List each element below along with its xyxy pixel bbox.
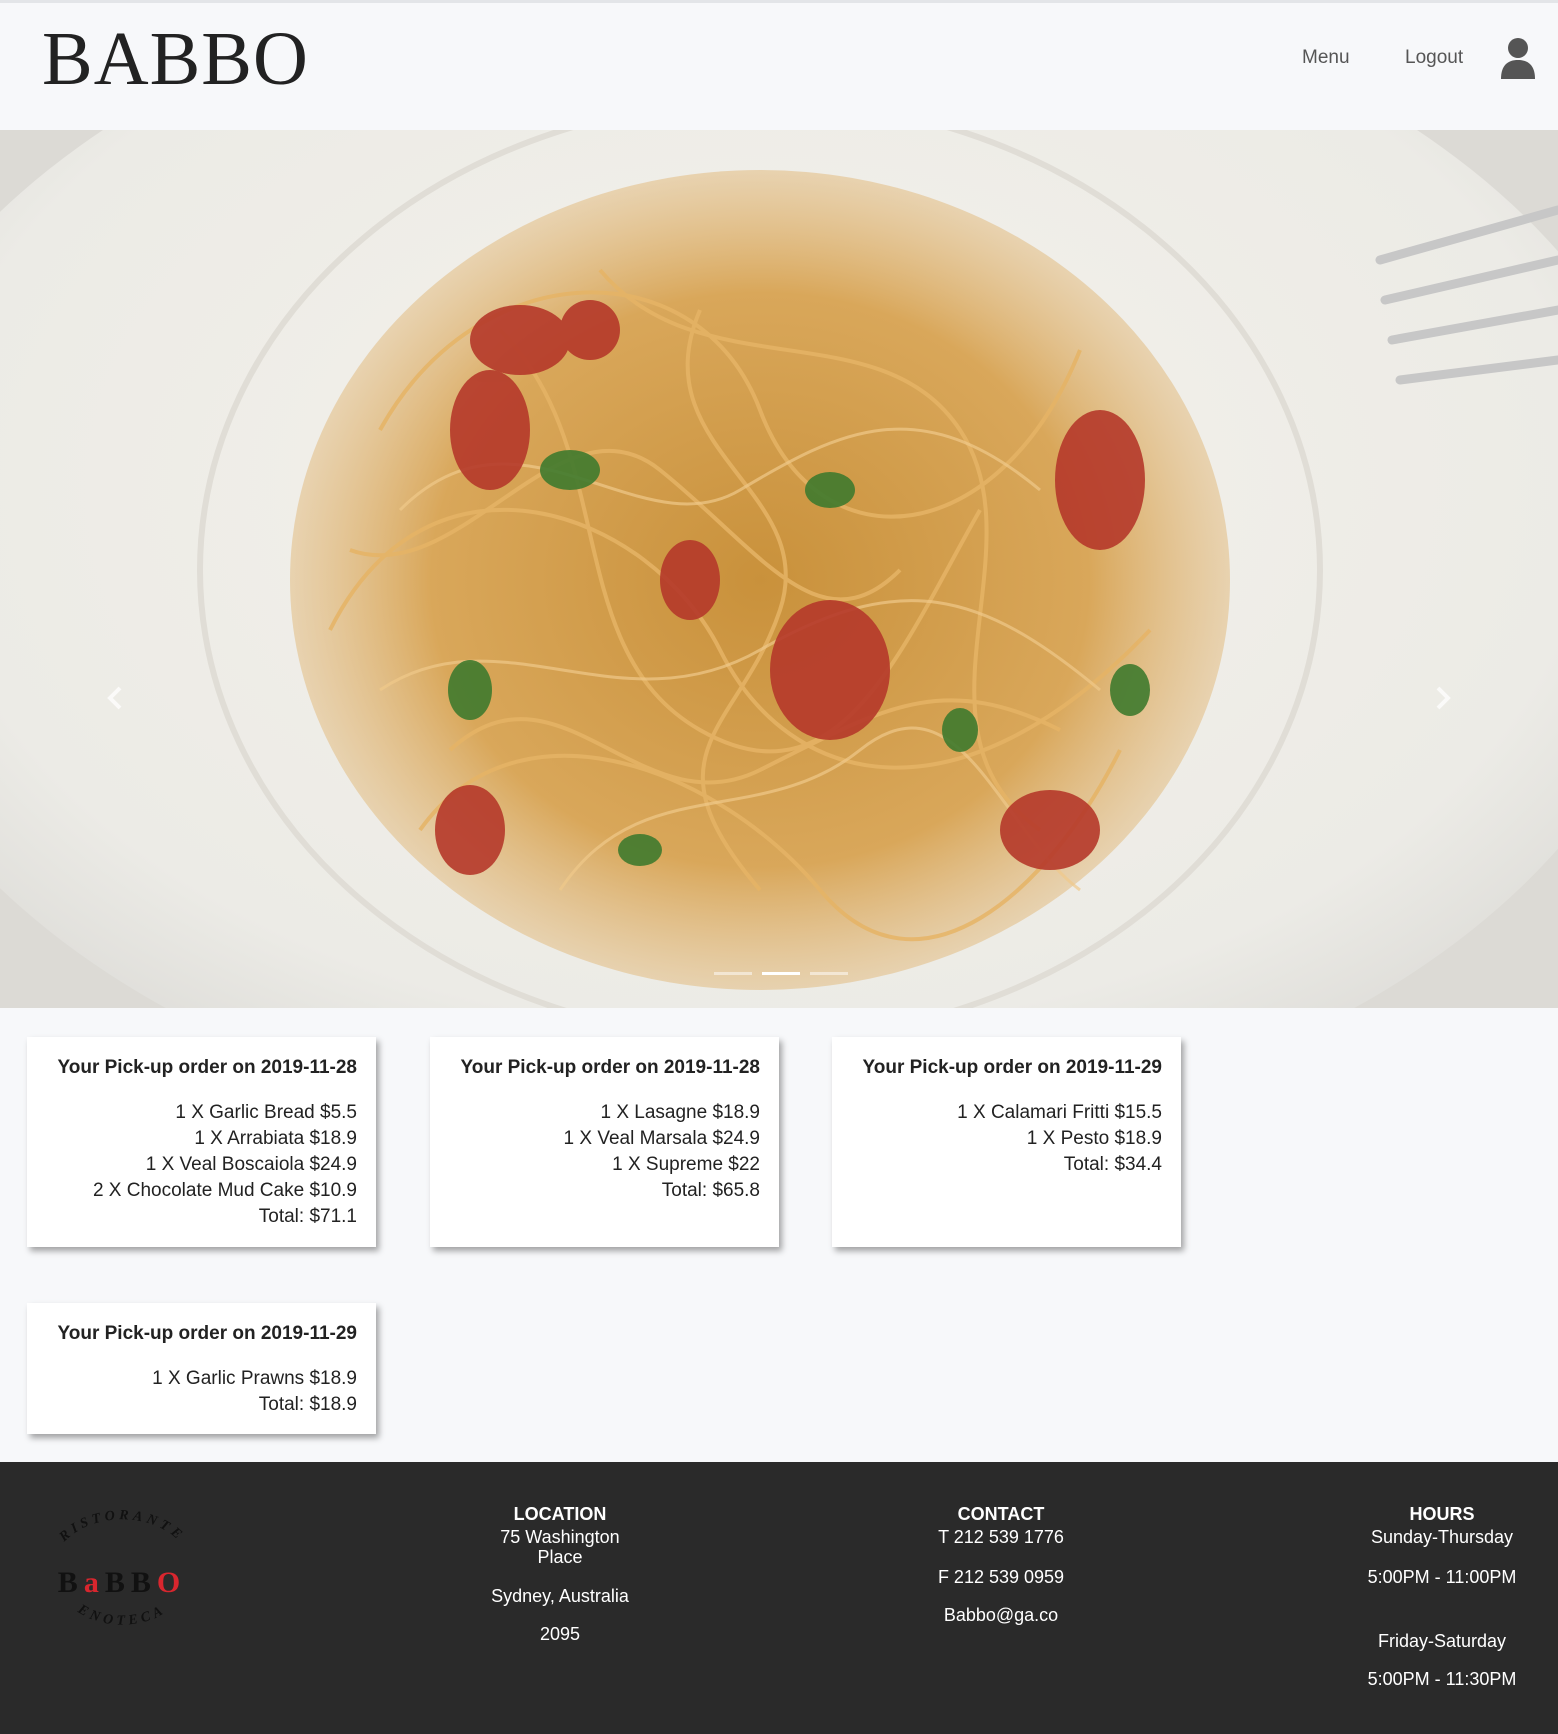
footer-hours: HOURS Sunday-Thursday 5:00PM - 11:00PM F… xyxy=(1332,1504,1552,1689)
nav-logout-link[interactable]: Logout xyxy=(1405,47,1463,69)
nav-menu-link[interactable]: Menu xyxy=(1302,47,1350,69)
order-title: Your Pick-up order on 2019-11-28 xyxy=(57,1057,357,1078)
carousel-indicator-1[interactable] xyxy=(714,972,752,975)
svg-text:RISTORANTE: RISTORANTE xyxy=(56,1508,188,1545)
order-card: Your Pick-up order on 2019-11-29 1 X Gar… xyxy=(27,1303,376,1434)
location-line1: 75 Washington xyxy=(500,1527,620,1547)
hero-carousel xyxy=(0,130,1558,1008)
order-total: Total: $18.9 xyxy=(258,1394,357,1415)
location-postcode: 2095 xyxy=(539,1624,581,1644)
hours-time2: 5:00PM - 11:30PM xyxy=(1367,1669,1517,1689)
carousel-indicator-3[interactable] xyxy=(810,972,848,975)
order-card: Your Pick-up order on 2019-11-29 1 X Cal… xyxy=(832,1037,1181,1247)
svg-text:BaBBO: BaBBO xyxy=(58,1566,186,1599)
order-item: 1 X Garlic Prawns $18.9 xyxy=(152,1368,357,1389)
svg-text:ENOTECA: ENOTECA xyxy=(74,1602,169,1629)
contact-phone: T 212 539 1776 xyxy=(938,1527,1064,1547)
order-item: 1 X Garlic Bread $5.5 xyxy=(175,1102,357,1123)
contact-email[interactable]: Babbo@ga.co xyxy=(891,1605,1111,1625)
hours-days2: Friday-Saturday xyxy=(1377,1631,1507,1651)
carousel-indicator-2[interactable] xyxy=(762,972,800,975)
site-header: BABBO Menu Logout xyxy=(0,0,1558,130)
order-item: 1 X Veal Marsala $24.9 xyxy=(563,1128,760,1149)
order-item: 1 X Supreme $22 xyxy=(612,1154,760,1175)
footer-location: LOCATION 75 Washington Place Sydney, Aus… xyxy=(460,1504,660,1644)
location-city: Sydney, Australia xyxy=(491,1586,629,1606)
order-title: Your Pick-up order on 2019-11-29 xyxy=(57,1323,357,1344)
location-line2: Place xyxy=(537,1547,583,1567)
order-total: Total: $65.8 xyxy=(661,1180,760,1201)
order-item: 1 X Calamari Fritti $15.5 xyxy=(957,1102,1162,1123)
chevron-left-icon[interactable] xyxy=(100,678,130,718)
order-item: 1 X Lasagne $18.9 xyxy=(600,1102,760,1123)
order-total: Total: $71.1 xyxy=(258,1206,357,1227)
order-title: Your Pick-up order on 2019-11-29 xyxy=(862,1057,1162,1078)
hours-time1: 5:00PM - 11:00PM xyxy=(1367,1567,1517,1587)
order-card: Your Pick-up order on 2019-11-28 1 X Gar… xyxy=(27,1037,376,1247)
user-icon[interactable] xyxy=(1500,37,1536,79)
order-card: Your Pick-up order on 2019-11-28 1 X Las… xyxy=(430,1037,779,1247)
carousel-indicators xyxy=(714,972,854,978)
hours-days1: Sunday-Thursday xyxy=(1370,1527,1514,1547)
ristorante-logo: RISTORANTE BaBBO ENOTECA xyxy=(56,1508,188,1629)
order-total: Total: $34.4 xyxy=(1063,1154,1162,1175)
location-heading: LOCATION xyxy=(513,1504,607,1524)
spaghetti-dish-photo xyxy=(0,130,1558,1008)
logo-top-text: RISTORANTE xyxy=(56,1508,184,1545)
contact-heading: CONTACT xyxy=(957,1504,1045,1524)
contact-fax: F 212 539 0959 xyxy=(937,1567,1065,1587)
order-item: 2 X Chocolate Mud Cake $10.9 xyxy=(92,1180,357,1201)
order-item: 1 X Veal Boscaiola $24.9 xyxy=(145,1154,357,1175)
order-item: 1 X Pesto $18.9 xyxy=(1026,1128,1162,1149)
order-title: Your Pick-up order on 2019-11-28 xyxy=(460,1057,760,1078)
logo-bottom-text: ENOTECA xyxy=(74,1602,165,1629)
footer-contact: CONTACT T 212 539 1776 F 212 539 0959 Ba… xyxy=(891,1504,1111,1625)
site-footer: RISTORANTE BaBBO ENOTECA LOCATION 75 Was… xyxy=(0,1462,1558,1734)
site-logo[interactable]: BABBO xyxy=(42,21,309,97)
order-item: 1 X Arrabiata $18.9 xyxy=(194,1128,357,1149)
chevron-right-icon[interactable] xyxy=(1428,678,1458,718)
hours-heading: HOURS xyxy=(1409,1504,1475,1524)
